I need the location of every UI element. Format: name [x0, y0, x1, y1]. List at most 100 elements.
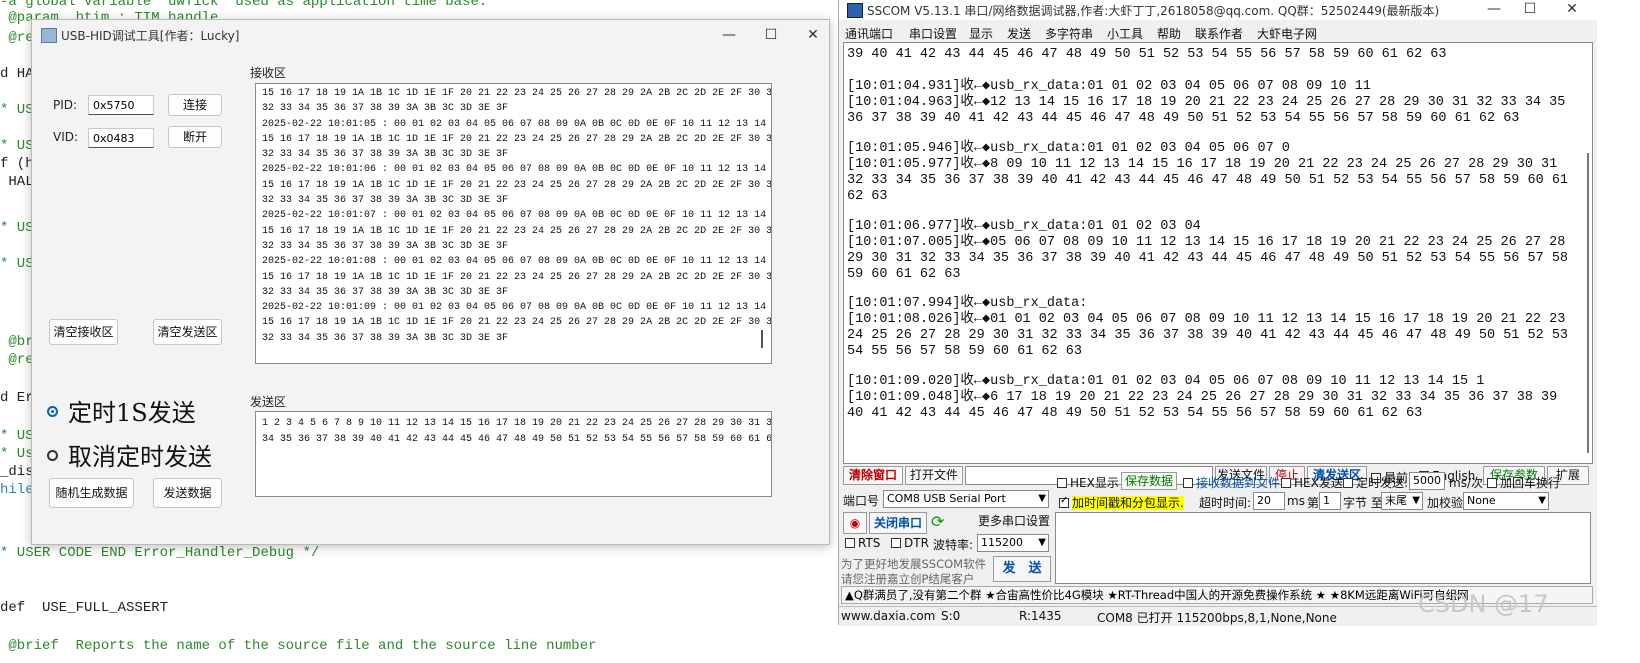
byte-start-input[interactable]: 1: [1319, 492, 1341, 510]
checksum-value: None: [1467, 494, 1496, 507]
code-line: -a global variable uwTick used as applic…: [0, 0, 488, 10]
add-crlf-label: 加回车换行: [1500, 476, 1561, 490]
rts-checkbox[interactable]: RTS: [845, 536, 880, 550]
chevron-down-icon[interactable]: ▼: [1038, 535, 1046, 551]
dtr-checkbox[interactable]: DTR: [891, 536, 929, 550]
timestamp-label: 加时间戳和分包显示.: [1072, 496, 1184, 510]
chevron-down-icon[interactable]: ▼: [1412, 493, 1420, 509]
vid-input[interactable]: 0x0483: [88, 128, 154, 148]
menu-display[interactable]: 显示: [969, 25, 993, 42]
disconnect-button[interactable]: 断开: [168, 126, 222, 148]
code-line: @brief Reports the name of the source fi…: [0, 638, 597, 654]
send-data-button[interactable]: 发送数据: [153, 478, 222, 508]
menu-multi-string[interactable]: 多字符串: [1045, 25, 1093, 42]
maximize-icon[interactable]: ☐: [754, 24, 788, 46]
checkbox-icon[interactable]: [1343, 477, 1353, 488]
checkbox-icon[interactable]: [1281, 477, 1291, 488]
code-line: f (h: [0, 156, 34, 172]
recv-line: [10:01:04.931]收←◆usb_rx_data:01 01 02 03…: [847, 79, 1371, 94]
send-input[interactable]: [1055, 512, 1591, 584]
pid-input[interactable]: 0x5750: [88, 95, 154, 115]
vid-label: VID:: [53, 130, 79, 144]
generate-random-button[interactable]: 随机生成数据: [49, 478, 134, 508]
status-website[interactable]: www.daxia.com: [841, 609, 935, 623]
pid-label: PID:: [53, 98, 78, 112]
checkbox-icon[interactable]: [1183, 477, 1193, 488]
clear-window-button[interactable]: 清除窗口: [843, 466, 903, 485]
baud-select[interactable]: 115200 ▼: [977, 534, 1049, 552]
radio-unselected-icon[interactable]: [47, 450, 58, 461]
clear-send-button[interactable]: 清空发送区: [153, 319, 222, 345]
clear-recv-button[interactable]: 清空接收区: [49, 319, 118, 345]
radio-cancel-timed[interactable]: 取消定时发送: [47, 437, 212, 472]
close-icon[interactable]: ✕: [1555, 0, 1589, 20]
recv-to-file-label: 接收数据到文件: [1196, 476, 1281, 490]
add-crlf-checkbox[interactable]: 加回车换行: [1487, 474, 1560, 491]
hid-titlebar[interactable]: USB-HID调试工具[作者：Lucky] — ☐ ✕: [32, 20, 829, 50]
minimize-icon[interactable]: —: [1477, 0, 1511, 20]
code-line: * US: [0, 428, 34, 444]
checkbox-icon[interactable]: [1487, 477, 1497, 488]
code-line: def USE_FULL_ASSERT: [0, 600, 169, 616]
recv-line: [10:01:05.946]收←◆usb_rx_data:01 01 02 03…: [847, 141, 1290, 156]
recv-line: [10:01:09.020]收←◆usb_rx_data:01 01 02 03…: [847, 374, 1485, 389]
checkbox-icon[interactable]: [891, 537, 901, 548]
close-port-button[interactable]: 关闭串口: [869, 512, 927, 534]
timed-send-label: 定时发送:: [1356, 476, 1409, 490]
recv-line: 36 37 38 39 40 41 42 43 44 45 46 47 48 4…: [847, 111, 1520, 126]
code-line: @re: [0, 352, 34, 368]
open-file-button[interactable]: 打开文件: [905, 466, 963, 485]
recv-scrollbar[interactable]: [1587, 153, 1589, 453]
menu-daxia-site[interactable]: 大虾电子网: [1257, 25, 1317, 42]
minimize-icon[interactable]: —: [712, 24, 746, 46]
menu-port-settings[interactable]: 串口设置: [909, 25, 957, 42]
connect-button[interactable]: 连接: [168, 94, 222, 116]
checksum-select[interactable]: None ▼: [1463, 492, 1549, 510]
recv-line: [10:01:07.005]收←◆05 06 07 08 09 10 11 12…: [847, 235, 1566, 250]
code-line: * US: [0, 138, 34, 154]
port-label: 端口号: [843, 494, 880, 508]
recv-line: [10:01:05.977]收←◆8 09 10 11 12 13 14 15 …: [847, 157, 1558, 172]
radio-timed-send[interactable]: 定时1S发送: [47, 393, 196, 428]
recv-line: 32 33 34 35 36 37 38 39 40 41 42 43 44 4…: [847, 173, 1569, 188]
timestamp-checkbox[interactable]: 加时间戳和分包显示.: [1059, 494, 1184, 511]
timeout-input[interactable]: 20: [1253, 492, 1285, 510]
interval-input[interactable]: 5000: [1409, 472, 1445, 490]
hex-send-checkbox[interactable]: HEX发送: [1281, 474, 1343, 491]
maximize-icon[interactable]: ☐: [1513, 0, 1547, 20]
recv-area[interactable]: 15 16 17 18 19 1A 1B 1C 1D 1E 1F 20 21 2…: [255, 83, 772, 364]
menu-contact-author[interactable]: 联系作者: [1195, 25, 1243, 42]
checkbox-checked-icon[interactable]: [1059, 495, 1069, 508]
menu-help[interactable]: 帮助: [1157, 25, 1181, 42]
byte-end-value: 末尾: [1385, 494, 1407, 507]
baud-label: 波特率:: [933, 538, 974, 552]
recv-scrollbar[interactable]: [761, 330, 763, 348]
more-port-settings-button[interactable]: 更多串口设置: [977, 512, 1051, 532]
menu-tools[interactable]: 小工具: [1107, 25, 1143, 42]
sscom-titlebar[interactable]: SSCOM V5.13.1 串口/网络数据调试器,作者:大虾丁丁,2618058…: [839, 0, 1597, 20]
recv-line: [10:01:08.026]收←◆01 01 02 03 04 05 06 07…: [847, 312, 1566, 327]
code-line: * US: [0, 102, 34, 118]
checkbox-icon[interactable]: [845, 537, 855, 548]
sscom-recv-area[interactable]: 39 40 41 42 43 44 45 46 47 48 49 50 51 5…: [843, 42, 1593, 464]
refresh-icon[interactable]: ⟳: [931, 512, 944, 531]
checkbox-icon[interactable]: [1057, 477, 1067, 488]
close-icon[interactable]: ✕: [796, 24, 830, 46]
send-area[interactable]: 1 2 3 4 5 6 7 8 9 10 11 12 13 14 15 16 1…: [255, 411, 772, 497]
chevron-down-icon[interactable]: ▼: [1538, 493, 1546, 509]
timed-send-checkbox[interactable]: 定时发送:: [1343, 474, 1408, 491]
byte-end-select[interactable]: 末尾 ▼: [1381, 492, 1423, 510]
recv-to-file-checkbox[interactable]: 接收数据到文件: [1183, 474, 1280, 491]
menu-comm-port[interactable]: 通讯端口: [845, 25, 893, 42]
status-recv-count: R:1435: [1019, 609, 1062, 623]
record-icon[interactable]: ◉: [843, 512, 867, 534]
hex-display-checkbox[interactable]: HEX显示: [1057, 474, 1119, 491]
save-data-button[interactable]: 保存数据: [1121, 472, 1177, 490]
port-select[interactable]: COM8 USB Serial Port ▼: [883, 490, 1049, 508]
radio-selected-icon[interactable]: [47, 406, 58, 417]
code-line: @br: [0, 334, 34, 350]
send-button[interactable]: 发 送: [993, 556, 1051, 582]
chevron-down-icon[interactable]: ▼: [1038, 491, 1046, 507]
status-port-info: COM8 已打开 115200bps,8,1,None,None: [1097, 611, 1337, 625]
menu-send[interactable]: 发送: [1007, 25, 1031, 42]
